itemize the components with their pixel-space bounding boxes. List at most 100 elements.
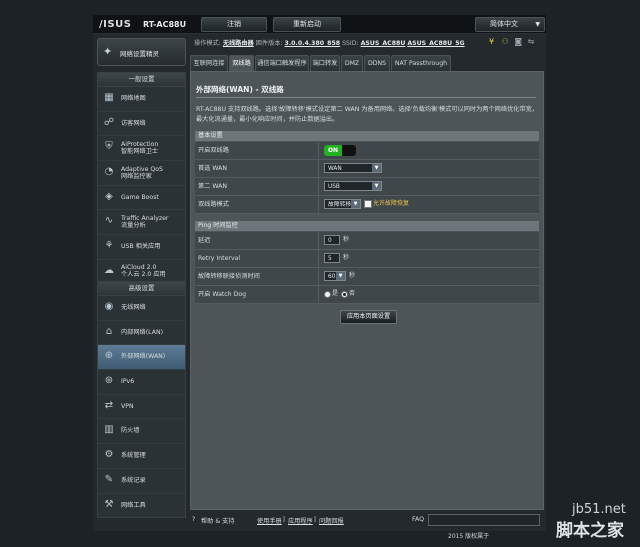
nav-item-firewall[interactable]: ▥ 防火墙 [98, 419, 185, 445]
help-icon: ? [192, 516, 196, 523]
tab-dual-wan[interactable]: 双线路 [229, 55, 254, 71]
nav-item-aiprotection[interactable]: ⛨ AiProtection 智能网络卫士 [98, 136, 185, 162]
logout-button[interactable]: 注销 [201, 17, 267, 32]
nav-item-aicloud[interactable]: ☁ AiCloud 2.0 个人云 2.0 应用 [98, 260, 185, 284]
secondary-wan-row: 第二 WAN USB ▼ [195, 178, 539, 196]
nav-item-system-log[interactable]: ✎ 系统记录 [98, 469, 185, 494]
nav-item-vpn[interactable]: ⇄ VPN [98, 395, 185, 420]
allow-failback-checkbox[interactable] [364, 200, 372, 208]
nav-sublabel: 个人云 2.0 应用 [121, 271, 166, 279]
usb-status-icon[interactable]: ⇋ [528, 37, 535, 46]
nav-item-traffic-analyzer[interactable]: ∿ Traffic Analyzer 流量分析 [98, 210, 185, 236]
watermark-name: 脚本之家 [556, 521, 624, 541]
syslog-icon: ✎ [104, 473, 114, 485]
firmware-link[interactable]: 3.0.0.4.380_858 [285, 40, 341, 47]
nav-label: 防火墙 [121, 427, 140, 435]
utility-link[interactable]: 应用程序 [288, 516, 313, 525]
basic-config-header: 基本设置 [195, 131, 539, 141]
traffic-analyzer-icon: ∿ [104, 215, 114, 227]
top-bar: /ISUS RT-AC88U 注销 重新启动 简体中文 ▼ [93, 15, 546, 34]
guest-network-icon: ☍ [103, 116, 115, 128]
ssid-5g-link[interactable]: ASUS_AC88U_5G [407, 40, 464, 47]
nav-item-guest-network[interactable]: ☍ 访客网络 [98, 112, 185, 137]
watchdog-yes-radio[interactable] [324, 291, 331, 298]
nav-item-usb[interactable]: ⚘ USB 相关应用 [98, 235, 185, 260]
page-description: RT-AC88U 支持双线路。选择'故障转移'模式设定第二 WAN 为备用网络。… [196, 106, 538, 123]
nav-label: AiProtection [121, 140, 159, 148]
retry-interval-input[interactable]: 5 [324, 253, 340, 263]
tab-dmz[interactable]: DMZ [341, 55, 363, 71]
nav-label: VPN [121, 402, 134, 410]
nav-item-ipv6[interactable]: ⊛ IPv6 [98, 370, 185, 395]
watchdog-no-radio[interactable] [341, 291, 348, 298]
chevron-down-icon: ▼ [535, 21, 540, 28]
vpn-icon: ⇄ [104, 399, 114, 411]
nav-label: USB 相关应用 [121, 243, 161, 251]
nav-sublabel: 流量分析 [121, 221, 146, 229]
nav-item-wireless[interactable]: ◉ 无线网络 [98, 296, 185, 321]
page-title: 外部网络(WAN) - 双线路 [196, 85, 284, 94]
tab-port-forwarding[interactable]: 端口转发 [310, 55, 340, 71]
feedback-link[interactable]: 问题回报 [319, 516, 344, 525]
dual-wan-toggle[interactable]: ON [324, 145, 356, 156]
nav-label: Adaptive QoS [121, 165, 163, 173]
reboot-button[interactable]: 重新启动 [273, 17, 341, 32]
faq-search-input[interactable] [428, 514, 540, 526]
wan-icon: ⊕ [104, 350, 114, 362]
dual-wan-mode-value: 故障转移 [328, 202, 352, 208]
op-mode-link[interactable]: 无线路由器 [223, 40, 254, 47]
secondary-wan-select[interactable]: USB ▼ [324, 181, 382, 191]
ssid-24g-link[interactable]: ASUS_AC88U [361, 40, 406, 47]
toggle-on-label: ON [324, 145, 342, 156]
delay-row: 延迟 0 秒 [195, 232, 539, 250]
alert-icon[interactable]: ¥ [489, 37, 494, 46]
retry-interval-unit: 秒 [343, 254, 350, 261]
nav-item-wan[interactable]: ⊕ 外部网络(WAN) [98, 345, 185, 371]
router-model: RT-AC88U [143, 20, 187, 29]
primary-wan-select[interactable]: WAN ▼ [324, 163, 382, 173]
apply-button[interactable]: 应用本页面设置 [340, 310, 397, 324]
connection-icon[interactable]: ⚇ [502, 37, 509, 46]
tab-internet-connection[interactable]: 互联网连接 [190, 55, 228, 71]
nav-label: 外部网络(WAN) [121, 353, 166, 361]
tab-port-trigger[interactable]: 通信端口触发程序 [255, 55, 309, 71]
manual-link[interactable]: 使用手册 [257, 516, 282, 525]
dual-wan-mode-select[interactable]: 故障转移 ▼ [324, 199, 361, 209]
network-tools-icon: ⚒ [104, 498, 114, 510]
aiprotection-icon: ⛨ [105, 141, 113, 153]
nav-item-network-tools[interactable]: ⚒ 网络工具 [98, 494, 185, 518]
op-mode-label: 操作模式: [194, 40, 221, 47]
radio-selected-dot [343, 293, 346, 296]
status-icons: ¥ ⚇ ◙ ⇋ [489, 37, 534, 46]
enable-dual-wan-label: 开启双线路 [198, 147, 229, 154]
ipv6-icon: ⊛ [104, 375, 114, 387]
chevron-down-icon: ▼ [336, 272, 345, 280]
game-boost-icon: ◈ [105, 190, 113, 202]
advanced-settings-heading: 高级设置 [98, 282, 185, 296]
firmware-label: 固件版本: [255, 40, 283, 47]
allow-failback-label: 允许故障恢复 [373, 200, 410, 207]
language-select[interactable]: 简体中文 ▼ [475, 17, 545, 32]
chevron-down-icon: ▼ [372, 182, 381, 190]
nav-item-lan[interactable]: ⌂ 内部网络(LAN) [98, 321, 185, 346]
adaptive-qos-icon: ◔ [104, 166, 114, 178]
nav-item-administration[interactable]: ⚙ 系统管理 [98, 444, 185, 469]
nav-item-network-map[interactable]: ▦ 网络地图 [98, 87, 185, 112]
failover-detect-label: 故障转移联接侦测时间 [198, 273, 260, 280]
tab-ddns[interactable]: DDNS [364, 55, 390, 71]
watchdog-no-label: 否 [349, 290, 356, 297]
nav-sublabel: 智能网络卫士 [121, 147, 159, 155]
delay-label: 延迟 [198, 237, 211, 244]
general-settings-heading: 一般设置 [98, 73, 185, 87]
dual-wan-mode-label: 双线路模式 [198, 201, 229, 208]
nav-label: Traffic Analyzer [121, 214, 169, 222]
nav-label: 系统管理 [121, 452, 146, 460]
delay-input[interactable]: 0 [324, 235, 340, 245]
quick-setup-button[interactable]: ✦ 网络设置精灵 [97, 38, 186, 66]
nav-item-game-boost[interactable]: ◈ Game Boost [98, 186, 185, 211]
nav-item-adaptive-qos[interactable]: ◔ Adaptive QoS 网络监控家 [98, 161, 185, 186]
failover-detect-select[interactable]: 60 ▼ [324, 271, 346, 281]
tab-nat-passthrough[interactable]: NAT Passthrough [391, 55, 451, 71]
watchdog-row: 开启 Watch Dog 是 否 [195, 286, 539, 304]
wireless-status-icon[interactable]: ◙ [514, 37, 522, 46]
